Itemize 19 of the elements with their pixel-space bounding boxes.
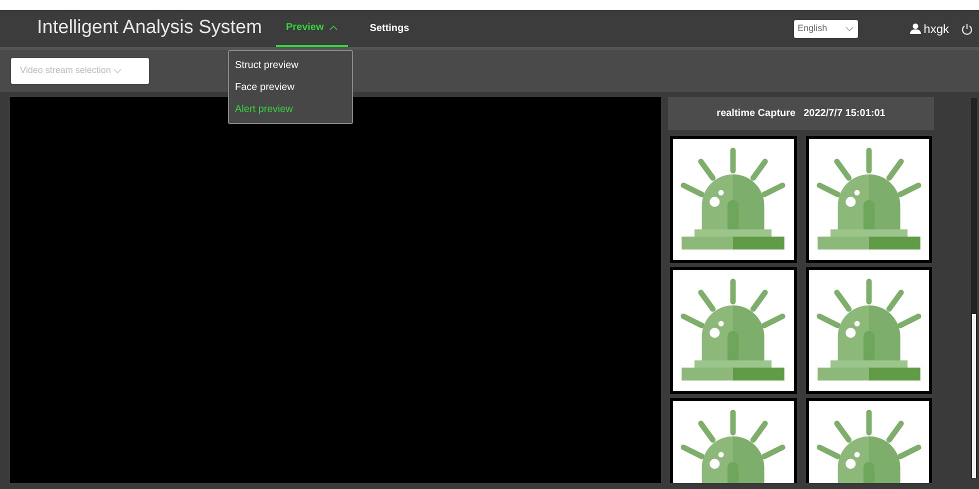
capture-thumbnail[interactable] bbox=[670, 267, 796, 394]
capture-title: realtime Capture bbox=[716, 107, 796, 121]
user-name[interactable]: hxgk bbox=[924, 20, 949, 38]
user-icon bbox=[910, 23, 921, 34]
caret-icon bbox=[328, 24, 338, 30]
capture-thumbnail[interactable] bbox=[806, 136, 932, 263]
capture-thumbnail[interactable] bbox=[670, 136, 796, 263]
power-icon[interactable] bbox=[961, 22, 973, 34]
chevron-down-icon bbox=[844, 26, 854, 32]
menu-item[interactable]: Struct preview bbox=[229, 54, 352, 76]
menu-item[interactable]: Alert preview bbox=[229, 98, 352, 120]
chevron-down-icon bbox=[113, 68, 122, 74]
nav-tab[interactable]: Settings bbox=[360, 10, 420, 47]
scrollbar[interactable] bbox=[971, 98, 977, 478]
menu-item[interactable]: Face preview bbox=[229, 76, 352, 98]
capture-time: 2022/7/7 15:01:01 bbox=[804, 107, 886, 121]
capture-thumbnail[interactable] bbox=[806, 267, 932, 394]
app-title: Intelligent Analysis System bbox=[37, 16, 262, 40]
language-select[interactable]: English bbox=[794, 20, 858, 38]
